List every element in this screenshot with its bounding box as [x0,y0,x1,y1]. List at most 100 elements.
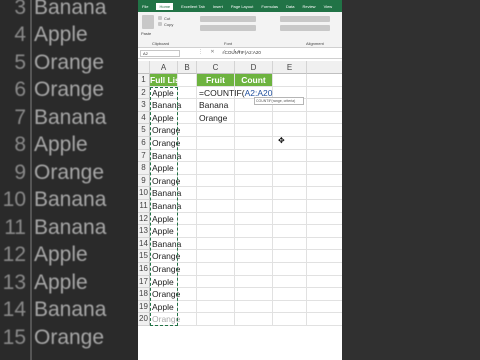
cell[interactable] [307,124,342,137]
full-list-cell[interactable]: Banana [150,187,181,200]
cell[interactable] [178,288,197,301]
cell[interactable] [235,250,273,263]
row-header[interactable]: 13 [138,225,150,238]
ribbon-tab-view[interactable]: View [324,4,333,9]
row-header[interactable]: 8 [138,162,150,175]
ribbon-tab-formulas[interactable]: Formulas [261,4,278,9]
column-header-f[interactable] [307,61,342,74]
full-list-cell[interactable]: Orange [150,124,180,137]
cell[interactable] [307,200,342,213]
alignment-icons-row2[interactable] [280,25,330,31]
header-count[interactable]: Count [235,74,273,87]
full-list-cell[interactable]: Apple [150,275,178,289]
cell[interactable] [307,87,342,100]
cell[interactable] [307,276,342,289]
cell[interactable] [235,149,273,163]
cell[interactable] [178,200,197,213]
cut-label[interactable]: Cut [164,16,170,21]
cell[interactable] [178,263,197,276]
cell[interactable] [178,149,197,163]
cell[interactable] [273,275,307,289]
ribbon-tab-excellent-tab[interactable]: Excellent Tab [181,4,205,9]
cell[interactable] [273,300,307,314]
cell[interactable] [273,149,307,163]
cell[interactable] [197,263,235,276]
cell[interactable] [178,300,197,314]
cell[interactable] [235,137,273,150]
cell[interactable] [197,124,235,137]
cell[interactable] [235,275,273,289]
cell[interactable] [273,225,307,238]
cell[interactable] [307,162,342,175]
cell[interactable] [273,200,307,213]
column-header-c[interactable]: C [197,61,235,74]
cell[interactable] [178,313,197,326]
row-header[interactable]: 12 [138,212,150,226]
cell[interactable] [235,200,273,213]
full-list-cell[interactable]: Banana [150,149,181,163]
font-format-icons[interactable] [200,25,256,31]
cell[interactable] [197,212,235,226]
column-header-d[interactable]: D [235,61,273,74]
cell[interactable] [178,250,197,263]
formula-input[interactable]: =COUNTIF(A2:A20 [222,50,261,55]
cell[interactable] [307,238,342,251]
cell[interactable] [178,111,197,125]
cell[interactable] [235,313,273,326]
copy-icon[interactable] [158,22,162,26]
cut-icon[interactable] [158,16,162,20]
full-list-cell[interactable]: Banana [150,200,181,213]
cell[interactable] [235,124,273,137]
cell[interactable] [197,275,235,289]
paste-icon[interactable] [142,15,154,29]
ribbon-tab-insert[interactable]: Insert [213,4,223,9]
cell[interactable] [235,212,273,226]
active-formula-cell[interactable]: =COUNTIF(A2:A20 [197,86,272,100]
cell[interactable] [178,275,197,289]
cell[interactable] [307,288,342,301]
cell[interactable] [273,250,307,263]
full-list-cell[interactable]: Banana [150,237,181,251]
row-header[interactable]: 6 [138,137,150,150]
cell[interactable] [273,263,307,276]
cell[interactable] [178,86,197,100]
column-header-b[interactable]: B [178,61,197,74]
header-fruit[interactable]: Fruit [197,74,235,87]
cell[interactable] [307,112,342,125]
cell[interactable] [307,213,342,226]
cell[interactable] [273,212,307,226]
copy-label[interactable]: Copy [164,22,173,27]
row-header[interactable]: 20 [138,313,150,326]
font-controls[interactable] [200,16,256,22]
column-header-e[interactable]: E [273,61,307,74]
cell[interactable] [307,250,342,263]
row-header[interactable]: 1 [138,74,150,87]
cell[interactable] [235,174,273,188]
full-list-cell[interactable]: Banana [150,99,181,112]
cell[interactable] [178,124,197,137]
ribbon-tab-review[interactable]: Review [302,4,315,9]
row-header[interactable]: 15 [138,250,150,263]
cell[interactable] [273,237,307,251]
cell[interactable] [197,187,235,200]
full-list-cell[interactable]: Apple [150,300,178,314]
ribbon-tab-home[interactable]: Home [156,2,174,10]
ribbon-tab-file[interactable]: File [142,4,148,9]
cell[interactable] [273,313,307,326]
cell[interactable] [307,175,342,188]
cell[interactable] [235,288,273,301]
cell[interactable] [273,74,307,87]
full-list-cell[interactable]: Orange [150,174,180,188]
cell[interactable] [307,74,342,87]
full-list-cell[interactable]: Orange [150,250,180,263]
ribbon-tab-page-layout[interactable]: Page Layout [231,4,253,9]
cell[interactable] [197,300,235,314]
alignment-icons[interactable] [280,16,330,22]
cell[interactable] [197,313,235,326]
full-list-cell[interactable]: Apple [150,225,178,238]
cell[interactable] [197,250,235,263]
row-header[interactable]: 5 [138,124,150,137]
cell[interactable] [307,150,342,163]
cell[interactable] [273,187,307,200]
full-list-cell[interactable]: Orange [150,313,180,326]
